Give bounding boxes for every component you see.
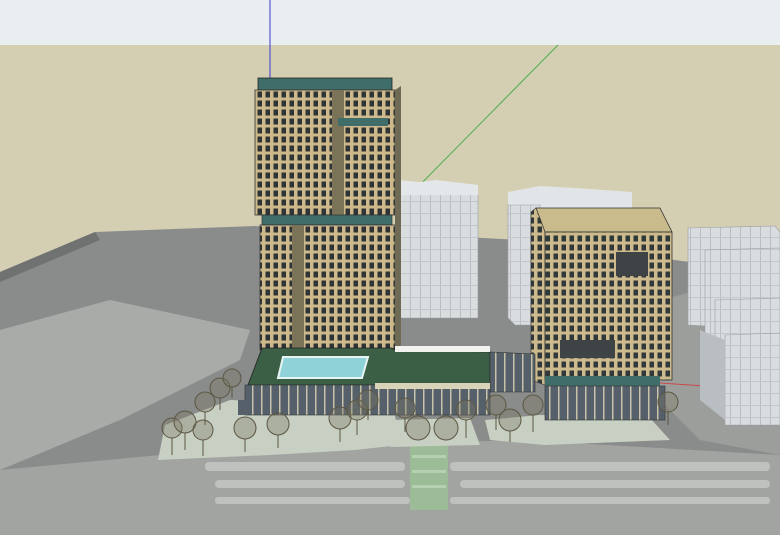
rooftop-pool	[276, 356, 370, 379]
sky	[0, 0, 780, 45]
office-roof	[535, 207, 673, 233]
lane-markings	[205, 462, 770, 504]
background-buildings-right	[687, 225, 780, 426]
sketchup-3d-viewport[interactable]	[0, 0, 780, 535]
office-building-right	[530, 207, 673, 421]
tower-rooftop	[257, 77, 393, 91]
tower-side	[395, 86, 401, 350]
main-tower	[254, 77, 401, 351]
